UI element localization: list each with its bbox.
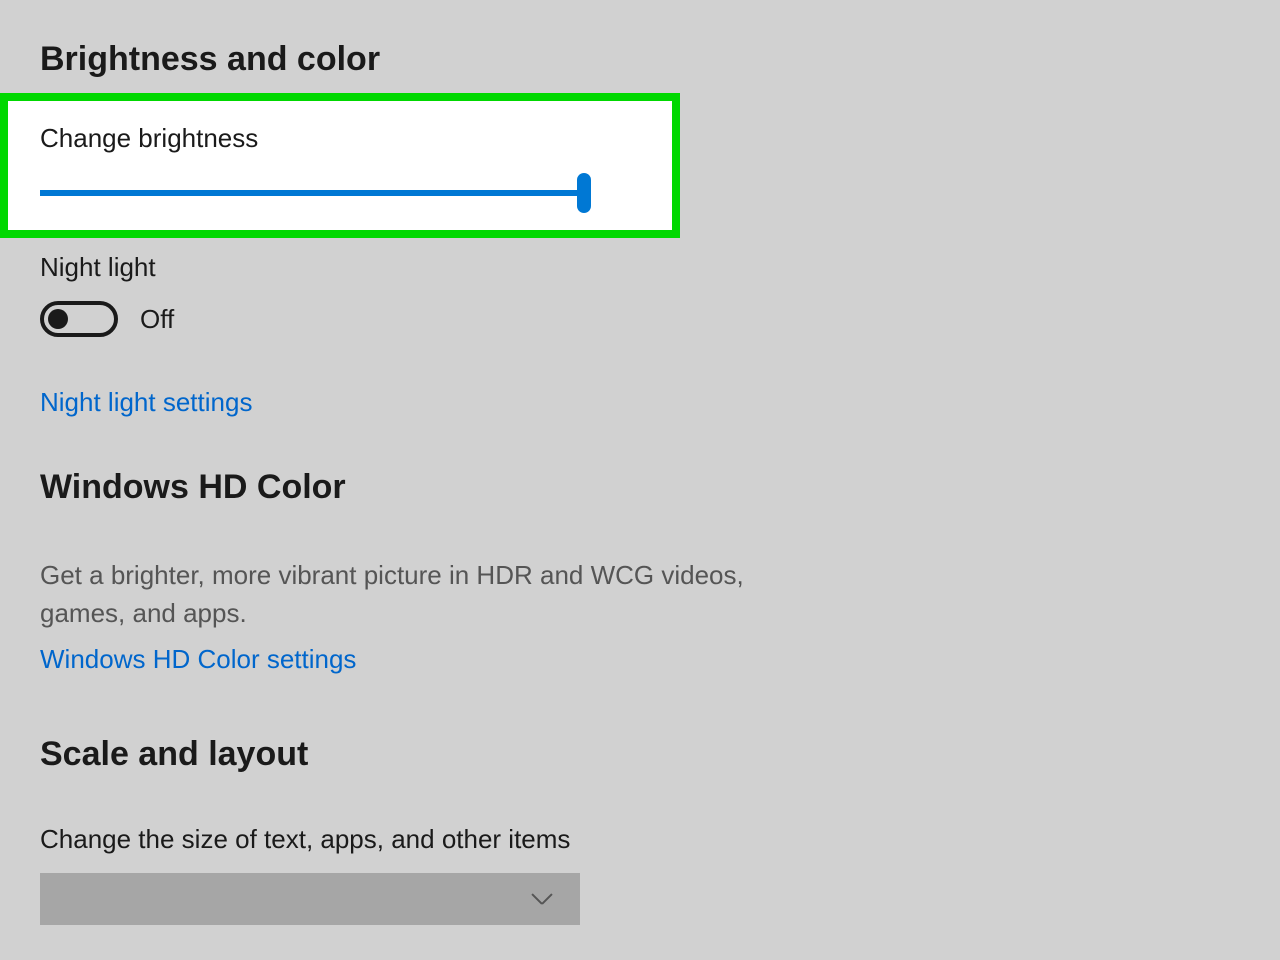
brightness-slider-thumb[interactable] (577, 173, 591, 213)
scale-dropdown[interactable] (40, 873, 580, 925)
scale-layout-title: Scale and layout (40, 735, 1240, 774)
night-light-settings-link[interactable]: Night light settings (40, 387, 1240, 418)
toggle-knob (48, 309, 68, 329)
hd-color-description: Get a brighter, more vibrant picture in … (40, 557, 820, 632)
night-light-label: Night light (40, 252, 1240, 283)
change-brightness-label: Change brightness (40, 123, 652, 154)
scale-dropdown-label: Change the size of text, apps, and other… (40, 824, 1240, 855)
chevron-down-icon (530, 892, 554, 906)
hd-color-settings-link[interactable]: Windows HD Color settings (40, 644, 1240, 675)
brightness-highlight-box: Change brightness (0, 93, 680, 238)
brightness-slider[interactable] (40, 190, 585, 196)
brightness-color-title: Brightness and color (40, 40, 1240, 79)
night-light-toggle[interactable] (40, 301, 118, 337)
night-light-state: Off (140, 304, 174, 335)
windows-hd-color-title: Windows HD Color (40, 468, 1240, 507)
